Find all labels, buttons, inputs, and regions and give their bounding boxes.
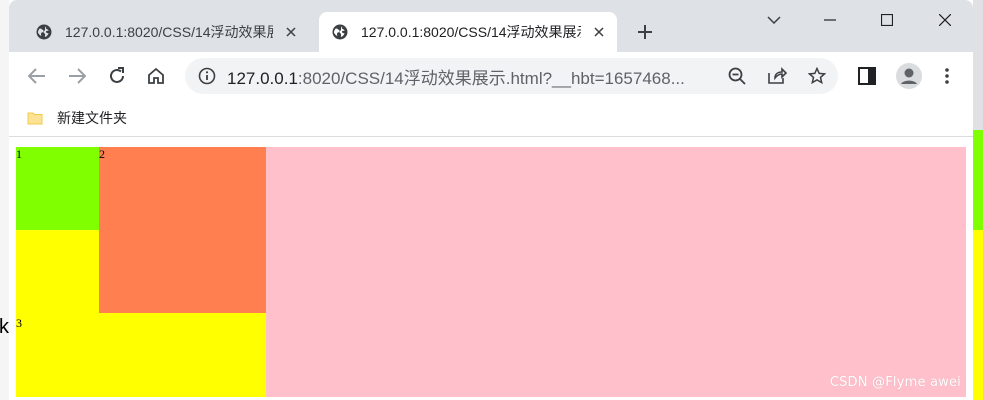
page-viewport: 1 2 3 CSDN @Flyme awei [9, 138, 973, 400]
zoom-out-icon [728, 67, 746, 85]
tab-close-icon[interactable] [589, 22, 609, 42]
profile-button[interactable] [895, 62, 923, 90]
forward-button[interactable] [65, 64, 89, 88]
browser-window: 127.0.0.1:8020/CSS/14浮动效果展示.html 127.0.0… [9, 0, 973, 400]
background-fragment-text: k [0, 316, 9, 338]
background-left-strip [0, 0, 9, 400]
plus-icon [638, 25, 652, 39]
back-button[interactable] [25, 64, 49, 88]
menu-button[interactable] [935, 64, 959, 88]
info-icon[interactable] [197, 66, 217, 86]
address-bar[interactable]: 127.0.0.1:8020/CSS/14浮动效果展示.html?__hbt=1… [185, 58, 838, 94]
tab-active[interactable]: 127.0.0.1:8020/CSS/14浮动效果展示.html [319, 12, 617, 52]
box-label: 3 [16, 316, 22, 330]
minimize-button[interactable] [819, 10, 841, 30]
home-button[interactable] [144, 64, 168, 88]
tab-inactive[interactable]: 127.0.0.1:8020/CSS/14浮动效果展示.html [23, 12, 309, 52]
reload-icon [110, 67, 124, 83]
globe-icon [331, 23, 349, 41]
toolbar: 127.0.0.1:8020/CSS/14浮动效果展示.html?__hbt=1… [9, 52, 973, 100]
close-icon [939, 14, 951, 26]
avatar-icon [896, 63, 922, 89]
minimize-icon [824, 19, 836, 21]
maximize-button[interactable] [876, 10, 898, 30]
maximize-icon [881, 14, 893, 26]
tab-title: 127.0.0.1:8020/CSS/14浮动效果展示.html [361, 24, 581, 40]
tab-close-icon[interactable] [281, 22, 301, 42]
home-icon [148, 67, 164, 84]
bookmark-folder[interactable]: 新建文件夹 [27, 106, 127, 130]
background-right-green [973, 130, 983, 230]
tab-search-button[interactable] [763, 10, 785, 30]
tab-strip: 127.0.0.1:8020/CSS/14浮动效果展示.html 127.0.0… [9, 0, 973, 52]
url-host: 127.0.0.1 [227, 68, 298, 88]
background-right-gray [973, 0, 983, 130]
url-path: :8020/CSS/14浮动效果展示.html?__hbt=1657468... [297, 68, 685, 88]
url-text: 127.0.0.1:8020/CSS/14浮动效果展示.html?__hbt=1… [227, 64, 717, 89]
side-panel-button[interactable] [855, 64, 879, 88]
float-box-2: 2 [99, 147, 266, 313]
side-panel-icon [858, 67, 876, 85]
close-window-button[interactable] [934, 10, 956, 30]
new-tab-button[interactable] [633, 20, 657, 44]
tab-title: 127.0.0.1:8020/CSS/14浮动效果展示.html [65, 24, 273, 40]
background-right-yellow [973, 230, 983, 400]
bookmark-star-button[interactable] [805, 64, 829, 88]
bookmark-label: 新建文件夹 [57, 110, 127, 126]
globe-icon [35, 23, 53, 41]
float-box-1: 1 [16, 147, 99, 230]
arrow-left-icon [28, 68, 45, 84]
box-label: 1 [16, 147, 22, 161]
box-label: 2 [99, 147, 105, 161]
background-right-strip [973, 0, 983, 400]
arrow-right-icon [69, 68, 86, 84]
star-icon [808, 67, 826, 85]
watermark: CSDN @Flyme awei [829, 375, 961, 390]
bookmarks-bar: 新建文件夹 [9, 100, 973, 137]
chevron-down-icon [767, 16, 781, 24]
folder-icon [27, 112, 43, 125]
more-vert-icon [945, 68, 949, 84]
zoom-button[interactable] [725, 64, 749, 88]
share-button[interactable] [765, 64, 789, 88]
share-icon [768, 67, 787, 84]
reload-button[interactable] [105, 64, 129, 88]
